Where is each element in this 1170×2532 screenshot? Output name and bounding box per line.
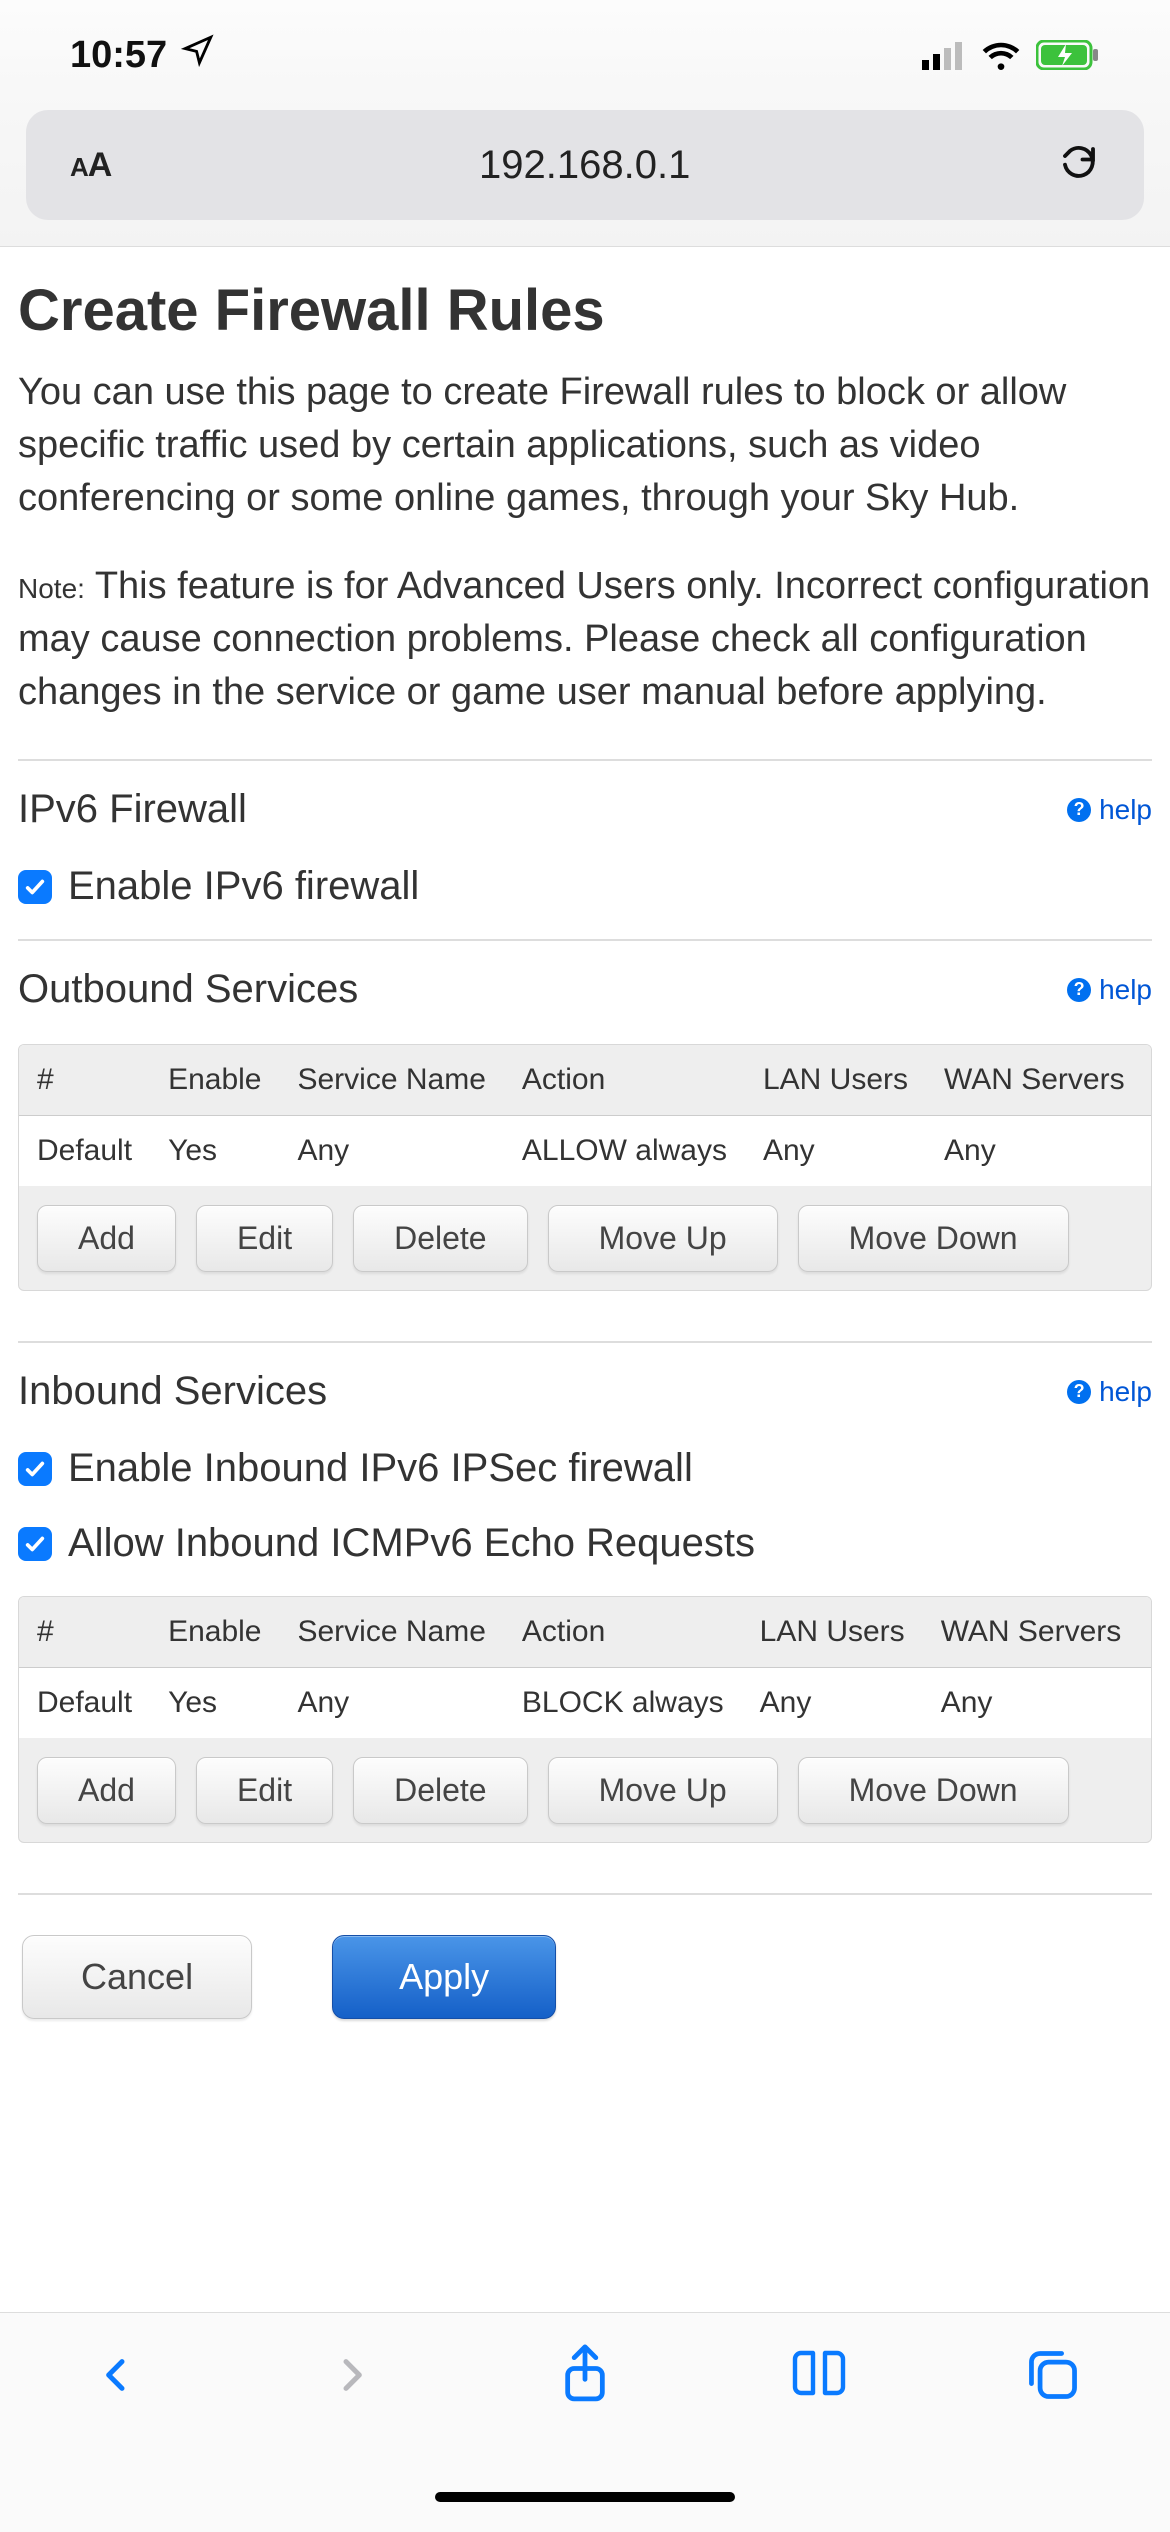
share-button[interactable] (553, 2343, 617, 2407)
delete-button[interactable]: Delete (353, 1757, 528, 1824)
section-inbound-title: Inbound Services (18, 1369, 327, 1414)
enable-ipv6-firewall[interactable]: Enable IPv6 firewall (18, 864, 1152, 909)
th-wan: WAN Servers (923, 1597, 1140, 1668)
enable-inbound-ipsec[interactable]: Enable Inbound IPv6 IPSec firewall (18, 1446, 1152, 1491)
status-time: 10:57 (70, 34, 167, 77)
delete-button[interactable]: Delete (353, 1205, 528, 1272)
apply-button[interactable]: Apply (332, 1935, 556, 2019)
note-label: Note: (18, 573, 85, 604)
move-up-button[interactable]: Move Up (548, 1205, 778, 1272)
allow-icmpv6-echo[interactable]: Allow Inbound ICMPv6 Echo Requests (18, 1521, 1152, 1566)
page-note: Note: This feature is for Advanced Users… (18, 560, 1152, 720)
th-lan: LAN Users (742, 1597, 923, 1668)
wifi-icon (980, 40, 1022, 70)
table-row[interactable]: Default Yes Any BLOCK always Any Any Nev… (19, 1668, 1152, 1739)
section-inbound-header: Inbound Services ?help (18, 1369, 1152, 1414)
move-down-button[interactable]: Move Down (798, 1205, 1069, 1272)
cancel-button[interactable]: Cancel (22, 1935, 252, 2019)
help-icon: ? (1067, 978, 1091, 1002)
back-button[interactable] (85, 2343, 149, 2407)
help-icon: ? (1067, 1380, 1091, 1404)
help-link-ipv6[interactable]: ?help (1067, 794, 1152, 826)
icmpv6-echo-label: Allow Inbound ICMPv6 Echo Requests (68, 1521, 755, 1566)
tabs-button[interactable] (1021, 2343, 1085, 2407)
cellular-icon (922, 40, 966, 70)
divider (18, 1893, 1152, 1895)
page-actions: Cancel Apply (18, 1935, 1152, 2049)
reload-icon[interactable] (1058, 142, 1100, 189)
th-action: Action (504, 1045, 745, 1116)
section-ipv6-title: IPv6 Firewall (18, 787, 247, 832)
th-service: Service Name (279, 1045, 503, 1116)
th-lan: LAN Users (745, 1045, 926, 1116)
page-content: Create Firewall Rules You can use this p… (0, 247, 1170, 2089)
battery-icon (1036, 40, 1100, 70)
th-num: # (19, 1045, 150, 1116)
help-icon: ? (1067, 798, 1091, 822)
outbound-table-actions: Add Edit Delete Move Up Move Down (19, 1187, 1151, 1272)
safari-url-bar: AA 192.168.0.1 (0, 110, 1170, 247)
table-header-row: # Enable Service Name Action LAN Users W… (19, 1045, 1152, 1116)
checkbox-checked-icon[interactable] (18, 870, 52, 904)
th-enable: Enable (150, 1597, 279, 1668)
page-intro: You can use this page to create Firewall… (18, 366, 1152, 526)
table-row[interactable]: Default Yes Any ALLOW always Any Any Nev… (19, 1116, 1152, 1187)
table-header-row: # Enable Service Name Action LAN Users W… (19, 1597, 1152, 1668)
th-enable: Enable (150, 1045, 279, 1116)
divider (18, 939, 1152, 941)
add-button[interactable]: Add (37, 1757, 176, 1824)
th-log: Log (1139, 1597, 1152, 1668)
url-text[interactable]: 192.168.0.1 (111, 143, 1058, 188)
page-title: Create Firewall Rules (18, 277, 1152, 344)
inbound-ipsec-label: Enable Inbound IPv6 IPSec firewall (68, 1446, 693, 1491)
divider (18, 759, 1152, 761)
help-link-outbound[interactable]: ?help (1067, 974, 1152, 1006)
location-icon (181, 33, 215, 77)
home-indicator (435, 2492, 735, 2502)
edit-button[interactable]: Edit (196, 1205, 333, 1272)
bookmarks-button[interactable] (787, 2343, 851, 2407)
enable-ipv6-label: Enable IPv6 firewall (68, 864, 419, 909)
url-field[interactable]: AA 192.168.0.1 (26, 110, 1144, 220)
note-text: This feature is for Advanced Users only.… (18, 565, 1150, 713)
forward-button[interactable] (319, 2343, 383, 2407)
text-size-button[interactable]: AA (70, 146, 111, 185)
checkbox-checked-icon[interactable] (18, 1527, 52, 1561)
divider (18, 1341, 1152, 1343)
th-log: Log (1143, 1045, 1152, 1116)
help-link-inbound[interactable]: ?help (1067, 1376, 1152, 1408)
add-button[interactable]: Add (37, 1205, 176, 1272)
edit-button[interactable]: Edit (196, 1757, 333, 1824)
section-outbound-header: Outbound Services ?help (18, 967, 1152, 1012)
checkbox-checked-icon[interactable] (18, 1452, 52, 1486)
th-service: Service Name (279, 1597, 503, 1668)
outbound-table: # Enable Service Name Action LAN Users W… (18, 1044, 1152, 1291)
ios-status-bar: 10:57 (0, 0, 1170, 110)
move-down-button[interactable]: Move Down (798, 1757, 1069, 1824)
section-outbound-title: Outbound Services (18, 967, 358, 1012)
inbound-table: # Enable Service Name Action LAN Users W… (18, 1596, 1152, 1843)
inbound-table-actions: Add Edit Delete Move Up Move Down (19, 1739, 1151, 1824)
section-ipv6-header: IPv6 Firewall ?help (18, 787, 1152, 832)
safari-bottom-toolbar (0, 2312, 1170, 2532)
th-wan: WAN Servers (926, 1045, 1143, 1116)
th-num: # (19, 1597, 150, 1668)
move-up-button[interactable]: Move Up (548, 1757, 778, 1824)
th-action: Action (504, 1597, 742, 1668)
